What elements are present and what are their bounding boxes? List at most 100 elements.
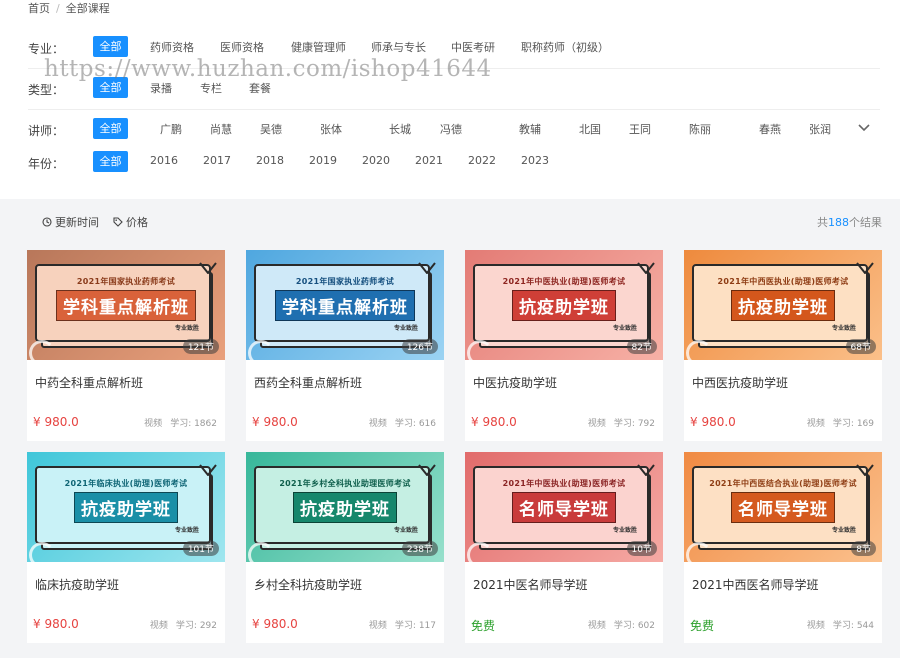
filter-year-option[interactable]: 2016 [150, 154, 178, 167]
filter-type-column[interactable]: 专栏 [200, 80, 222, 96]
thumbnail-banner: 抗疫助学班 [293, 492, 397, 523]
thumbnail-subtitle: 2021年中医执业(助理)医师考试 [502, 277, 626, 286]
course-meta: 视频 学习: 602 [588, 618, 655, 631]
course-thumbnail[interactable]: 2021年国家执业药师考试 学科重点解析班 专业致胜 126节 [246, 250, 444, 360]
folder-tab-icon [418, 262, 436, 274]
filter-specialty-tcm-postgrad[interactable]: 中医考研 [451, 39, 495, 55]
result-prefix: 共 [817, 216, 828, 229]
thumbnail-subtitle: 2021年中西医执业(助理)医师考试 [717, 277, 849, 286]
filter-specialty-health-manager[interactable]: 健康管理师 [291, 39, 346, 55]
course-thumbnail[interactable]: 2021年国家执业药师考试 学科重点解析班 专业致胜 121节 [27, 250, 225, 360]
filter-teacher-option[interactable]: 北国 [579, 121, 601, 137]
filter-teacher-all[interactable]: 全部 [93, 118, 128, 139]
filter-type-bundle[interactable]: 套餐 [249, 80, 271, 96]
course-card[interactable]: 2021年国家执业药师考试 学科重点解析班 专业致胜 126节 西药全科重点解析班 ¥ 9… [246, 250, 444, 441]
course-thumbnail[interactable]: 2021年中西医执业(助理)医师考试 抗疫助学班 专业致胜 68节 [684, 250, 882, 360]
course-thumbnail[interactable]: 2021年中西医结合执业(助理)医师考试名师导学班专业致胜 8节 [684, 452, 882, 562]
lesson-count-badge: 8节 [851, 541, 876, 556]
thumbnail-subtitle: 2021年中西医结合执业(助理)医师考试 [709, 479, 857, 488]
filter-year-option[interactable]: 2017 [203, 154, 231, 167]
course-media-type: 视频 [806, 419, 825, 429]
filter-year-option[interactable]: 2021 [415, 154, 443, 167]
thumbnail-banner: 名师导学班 [731, 492, 835, 523]
filter-type-all[interactable]: 全部 [93, 77, 128, 98]
thumbnail-subtitle: 2021年中医执业(助理)医师考试 [502, 479, 626, 488]
filter-year-option[interactable]: 2023 [521, 154, 549, 167]
course-card[interactable]: 2021年中西医结合执业(助理)医师考试名师导学班专业致胜 8节 2021中西医名师… [684, 452, 882, 643]
course-title[interactable]: 乡村全科抗疫助学班 [254, 576, 362, 593]
filter-teacher-option[interactable]: 王同 [629, 121, 651, 137]
course-title[interactable]: 2021中医名师导学班 [473, 576, 588, 593]
divider [28, 109, 880, 110]
thumbnail-banner: 抗疫助学班 [512, 290, 616, 321]
breadcrumb-home[interactable]: 首页 [28, 2, 50, 15]
course-learn-count: 学习: 792 [613, 419, 655, 429]
course-title[interactable]: 中药全科重点解析班 [35, 374, 143, 391]
filter-teacher-option[interactable]: 张体 [320, 121, 342, 137]
course-card[interactable]: 2021年乡村全科执业助理医师考试 抗疫助学班 专业致胜 238节 乡村全科抗疫助学班 ¥… [246, 452, 444, 643]
filter-specialty-junior-pharmacist[interactable]: 职称药师（初级） [521, 39, 609, 55]
lesson-count-badge: 101节 [182, 541, 219, 556]
course-meta: 视频 学习: 792 [588, 416, 655, 429]
course-card[interactable]: 2021年临床执业(助理)医师考试 抗疫助学班 专业致胜 101节 临床抗疫助学班 ¥ 9… [27, 452, 225, 643]
thumbnail-banner: 名师导学班 [512, 492, 616, 523]
filter-specialty-all[interactable]: 全部 [93, 36, 128, 57]
course-card[interactable]: 2021年中医执业(助理)医师考试 名师导学班 专业致胜 10节 2021中医名师导学班… [465, 452, 663, 643]
filter-specialty-apprentice[interactable]: 师承与专长 [371, 39, 426, 55]
course-card[interactable]: 2021年国家执业药师考试 学科重点解析班 专业致胜 121节 中药全科重点解析班 ¥ 9… [27, 250, 225, 441]
course-title[interactable]: 中医抗疫助学班 [473, 374, 557, 391]
lesson-count-badge: 121节 [182, 339, 219, 354]
thumbnail-brand: 专业致胜 [393, 527, 418, 534]
thumbnail-brand: 专业致胜 [831, 527, 856, 534]
filter-teacher-option[interactable]: 吴德 [260, 121, 282, 137]
chevron-down-icon[interactable] [858, 122, 870, 134]
filter-panel: 首页 / 全部课程 专业： 全部 药师资格 医师资格 健康管理师 师承与专长 中医考… [0, 0, 900, 199]
course-thumbnail[interactable]: 2021年中医执业(助理)医师考试 名师导学班 专业致胜 10节 [465, 452, 663, 562]
course-thumbnail[interactable]: 2021年中医执业(助理)医师考试 抗疫助学班 专业致胜 82节 [465, 250, 663, 360]
filter-year-all[interactable]: 全部 [93, 151, 128, 172]
thumbnail-brand: 专业致胜 [174, 527, 199, 534]
filter-teacher-option[interactable]: 尚慧 [210, 121, 232, 137]
folder-tab-icon [856, 464, 874, 476]
swirl-decoration [467, 542, 493, 562]
filter-type-recorded[interactable]: 录播 [150, 80, 172, 96]
course-card[interactable]: 2021年中医执业(助理)医师考试 抗疫助学班 专业致胜 82节 中医抗疫助学班 ¥ 98… [465, 250, 663, 441]
course-title[interactable]: 中西医抗疫助学班 [692, 374, 788, 391]
swirl-decoration [29, 542, 55, 562]
course-card[interactable]: 2021年中西医执业(助理)医师考试 抗疫助学班 专业致胜 68节 中西医抗疫助学班 ¥ … [684, 250, 882, 441]
filter-year-option[interactable]: 2018 [256, 154, 284, 167]
sort-by-price[interactable]: 价格 [113, 214, 148, 230]
lesson-count-badge: 68节 [845, 339, 876, 354]
filter-teacher-option[interactable]: 张润 [809, 121, 831, 137]
course-meta: 视频 学习: 169 [807, 416, 874, 429]
filter-teacher-option[interactable]: 冯德 [440, 121, 462, 137]
filter-year-option[interactable]: 2020 [362, 154, 390, 167]
course-title[interactable]: 西药全科重点解析班 [254, 374, 362, 391]
course-thumbnail[interactable]: 2021年乡村全科执业助理医师考试 抗疫助学班 专业致胜 238节 [246, 452, 444, 562]
course-thumbnail[interactable]: 2021年临床执业(助理)医师考试 抗疫助学班 专业致胜 101节 [27, 452, 225, 562]
thumbnail-subtitle: 2021年国家执业药师考试 [295, 277, 395, 286]
filter-year-option[interactable]: 2019 [309, 154, 337, 167]
filter-teacher-option[interactable]: 广鹏 [160, 121, 182, 137]
filter-teacher-option[interactable]: 春燕 [759, 121, 781, 137]
divider [28, 68, 880, 69]
filter-label-year: 年份： [28, 157, 65, 171]
filter-teacher-option[interactable]: 陈丽 [689, 121, 711, 137]
filter-row-year: 年份： 全部 2016 2017 2018 2019 2020 2021 202… [28, 151, 880, 175]
filter-teacher-option[interactable]: 教辅 [519, 121, 541, 137]
filter-specialty-pharmacist[interactable]: 药师资格 [150, 39, 194, 55]
course-title[interactable]: 2021中西医名师导学班 [692, 576, 819, 593]
course-price: ¥ 980.0 [252, 415, 298, 429]
thumbnail-banner: 学科重点解析班 [56, 290, 196, 321]
course-learn-count: 学习: 602 [613, 621, 655, 631]
course-media-type: 视频 [587, 621, 606, 631]
filter-year-option[interactable]: 2022 [468, 154, 496, 167]
lesson-count-badge: 82节 [626, 339, 657, 354]
filter-specialty-physician[interactable]: 医师资格 [220, 39, 264, 55]
thumbnail-banner: 学科重点解析班 [275, 290, 415, 321]
result-count: 共188个结果 [817, 214, 882, 230]
course-media-type: 视频 [806, 621, 825, 631]
course-title[interactable]: 临床抗疫助学班 [35, 576, 119, 593]
filter-teacher-option[interactable]: 长城 [389, 121, 411, 137]
sort-by-time[interactable]: 更新时间 [42, 214, 99, 230]
